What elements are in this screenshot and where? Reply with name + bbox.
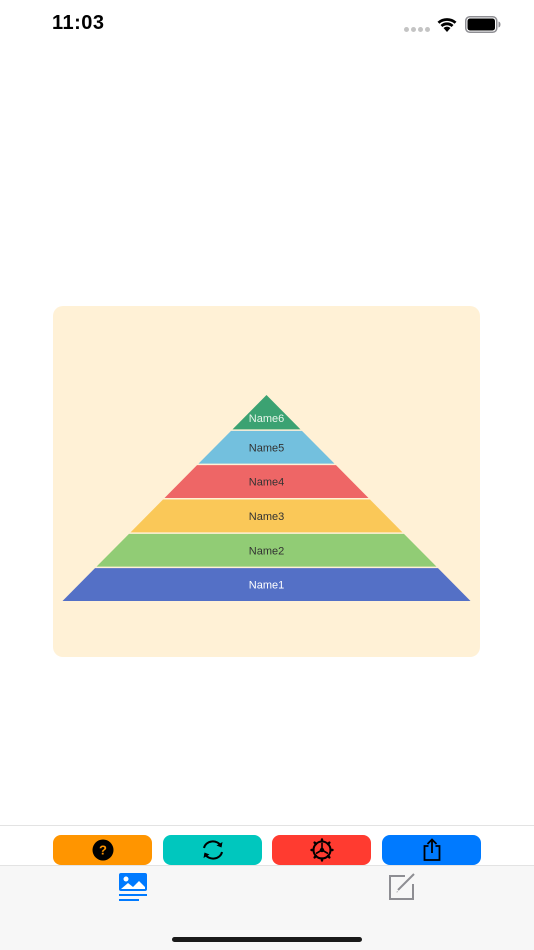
action-toolbar: ? bbox=[0, 825, 534, 866]
battery-icon bbox=[465, 16, 501, 33]
settings-button[interactable] bbox=[272, 835, 371, 865]
pyramid-label-name6: Name6 bbox=[249, 413, 284, 425]
home-indicator bbox=[172, 937, 362, 942]
help-button[interactable]: ? bbox=[53, 835, 152, 865]
tab-gallery[interactable] bbox=[113, 868, 153, 906]
refresh-button[interactable] bbox=[163, 835, 262, 865]
share-icon bbox=[423, 838, 440, 861]
compose-icon bbox=[389, 873, 415, 900]
pyramid-label-name2: Name2 bbox=[249, 545, 284, 557]
svg-text:?: ? bbox=[99, 843, 107, 858]
status-bar: 11:03 bbox=[0, 0, 534, 50]
pyramid-label-name5: Name5 bbox=[249, 442, 284, 454]
chart-card: Name1 Name2 Name3 Name4 Name5 Name6 bbox=[53, 306, 480, 657]
cellular-signal-icon bbox=[404, 27, 430, 32]
tab-edit[interactable] bbox=[381, 868, 421, 906]
refresh-arrows-icon bbox=[202, 840, 223, 860]
pyramid-label-name3: Name3 bbox=[249, 511, 284, 523]
question-circle-icon: ? bbox=[92, 839, 113, 861]
status-time: 11:03 bbox=[52, 12, 105, 34]
gear-icon bbox=[309, 838, 334, 862]
wifi-icon bbox=[437, 18, 457, 32]
app-screen: 11:03 Name1 Name2 Name3 Name4 Name5 Name6 ? bbox=[0, 0, 534, 950]
picture-list-icon bbox=[119, 873, 147, 901]
share-button[interactable] bbox=[382, 835, 481, 865]
tab-bar bbox=[0, 865, 534, 950]
pyramid-label-name1: Name1 bbox=[249, 580, 284, 592]
pyramid-chart: Name1 Name2 Name3 Name4 Name5 Name6 bbox=[62, 395, 471, 601]
pyramid-label-name4: Name4 bbox=[249, 477, 284, 489]
